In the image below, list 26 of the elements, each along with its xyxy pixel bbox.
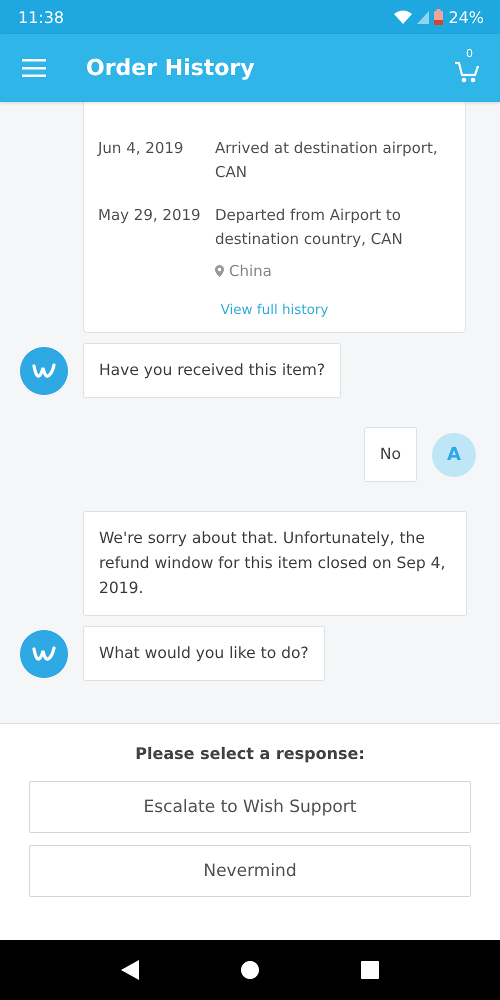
w-logo-icon (32, 646, 56, 662)
recents-icon[interactable] (361, 961, 380, 979)
battery-level: 24% (448, 8, 484, 26)
message-bubble: Have you received this item? (83, 343, 342, 398)
w-logo-icon (32, 362, 56, 378)
event-location: China (229, 261, 272, 282)
clock-time: 11:38 (18, 8, 64, 26)
screen-title: Order History (86, 56, 256, 80)
message-bubble: We're sorry about that. Unfortunately, the refund window for this item closed on Sep 4, 2019. (83, 511, 467, 616)
user-avatar: A (432, 432, 476, 476)
message-bubble: No (364, 427, 417, 482)
event-date: Jun 4, 2019 (98, 138, 184, 159)
back-icon[interactable] (120, 960, 139, 980)
message-bubble: What would you like to do? (83, 626, 325, 681)
home-icon[interactable] (240, 960, 260, 980)
event-description: Departed from Airport to destination country, CAN (215, 205, 404, 250)
response-option-button[interactable]: Escalate to Wish Support (29, 781, 471, 833)
response-option-button[interactable]: Nevermind (29, 845, 471, 897)
battery-icon (434, 9, 444, 25)
signal-icon (417, 10, 430, 24)
event-date: May 29, 2019 (98, 205, 202, 226)
response-prompt: Please select a response: (134, 744, 366, 763)
event-description: Arrived at destination airport, CAN (215, 138, 439, 183)
cart-count: 0 (466, 47, 473, 60)
wifi-icon (394, 10, 412, 24)
location-pin-icon (215, 265, 224, 277)
